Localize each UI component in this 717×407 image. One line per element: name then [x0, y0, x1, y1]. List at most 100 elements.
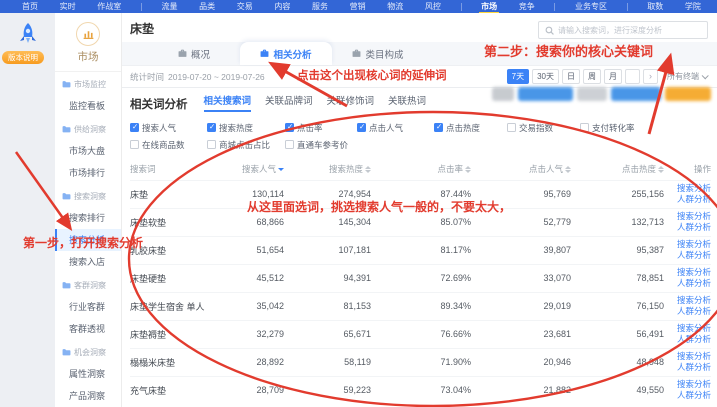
sidebar-item-市场排行[interactable]: 市场排行	[55, 162, 121, 184]
action-link-人群分析[interactable]: 人群分析	[664, 334, 711, 345]
checkbox-icon[interactable]	[130, 140, 139, 149]
sort-icon[interactable]	[565, 166, 571, 173]
sidebar-item-属性洞察[interactable]: 属性洞察	[55, 363, 121, 385]
nav-item-内容[interactable]: 内容	[272, 0, 292, 13]
date-pill-7天[interactable]: 7天	[507, 69, 529, 84]
metric-点击率[interactable]: 点击率	[285, 122, 357, 134]
nav-item-交易[interactable]: 交易	[235, 0, 255, 13]
sidebar-item-搜索排行[interactable]: 搜索排行	[55, 207, 121, 229]
nav-item-营销[interactable]: 营销	[348, 0, 368, 13]
sidebar-group-机会洞察[interactable]: 机会洞察	[55, 342, 121, 363]
action-link-搜索分析[interactable]: 搜索分析	[664, 183, 711, 194]
metric-在线商品数[interactable]: 在线商品数	[130, 139, 207, 151]
nav-item-风控[interactable]: 风控	[423, 0, 443, 13]
col-header-点击热度[interactable]: 点击热度	[571, 158, 664, 180]
next-period-button[interactable]: ›	[643, 69, 658, 84]
sort-icon[interactable]	[465, 166, 471, 173]
search-input[interactable]	[558, 26, 701, 35]
col-header-搜索人气[interactable]: 搜索人气	[202, 158, 284, 180]
nav-item-取数[interactable]: 取数	[645, 0, 665, 13]
action-link-搜索分析[interactable]: 搜索分析	[664, 351, 711, 362]
metric-商城点击占比[interactable]: 商城点击占比	[207, 139, 285, 151]
cell-search_popularity: 35,042	[202, 292, 284, 320]
checkbox-icon[interactable]	[130, 123, 139, 132]
action-link-搜索分析[interactable]: 搜索分析	[664, 323, 711, 334]
col-header-点击人气[interactable]: 点击人气	[471, 158, 571, 180]
sidebar-group-供给洞察[interactable]: 供给洞察	[55, 119, 121, 140]
nav-item-品类[interactable]: 品类	[197, 0, 217, 13]
version-badge[interactable]: 版本说明	[2, 51, 44, 64]
nav-item-物流[interactable]: 物流	[385, 0, 405, 13]
related-words-table: 搜索词搜索人气搜索热度点击率点击人气点击热度操作 床垫130,114274,95…	[130, 158, 711, 404]
metric-交易指数[interactable]: 交易指数	[507, 122, 580, 134]
sidebar-group-客群洞察[interactable]: 客群洞察	[55, 275, 121, 296]
date-pill-日[interactable]: 日	[562, 69, 580, 84]
cell-click_heat: 56,491	[571, 320, 664, 348]
action-link-搜索分析[interactable]: 搜索分析	[664, 211, 711, 222]
action-link-人群分析[interactable]: 人群分析	[664, 278, 711, 289]
date-pill-月[interactable]: 月	[604, 69, 622, 84]
nav-item-学院[interactable]: 学院	[683, 0, 703, 13]
date-pill-30天[interactable]: 30天	[532, 69, 559, 84]
tab-概况[interactable]: 概况	[148, 42, 240, 65]
sidebar-item-产品洞察[interactable]: 产品洞察	[55, 385, 121, 407]
sort-icon[interactable]	[658, 166, 664, 173]
sort-up-arrow	[658, 166, 664, 169]
metric-点击热度[interactable]: 点击热度	[434, 122, 507, 134]
nav-item-作战室[interactable]: 作战室	[95, 0, 123, 13]
search-box[interactable]	[538, 21, 708, 39]
sidebar-item-搜索入店[interactable]: 搜索入店	[55, 251, 121, 273]
sort-icon[interactable]	[278, 168, 284, 171]
action-link-搜索分析[interactable]: 搜索分析	[664, 295, 711, 306]
metric-点击人气[interactable]: 点击人气	[357, 122, 434, 134]
date-pill-周[interactable]: 周	[583, 69, 601, 84]
sidebar-item-搜索分析[interactable]: 搜索分析	[55, 229, 121, 251]
col-header-搜索热度[interactable]: 搜索热度	[284, 158, 371, 180]
nav-item-实时[interactable]: 实时	[58, 0, 78, 13]
action-link-搜索分析[interactable]: 搜索分析	[664, 267, 711, 278]
action-link-人群分析[interactable]: 人群分析	[664, 390, 711, 401]
metric-支付转化率[interactable]: 支付转化率	[580, 122, 717, 134]
action-link-人群分析[interactable]: 人群分析	[664, 222, 711, 233]
sidebar-group-市场监控[interactable]: 市场监控	[55, 74, 121, 95]
action-link-人群分析[interactable]: 人群分析	[664, 250, 711, 261]
sort-icon[interactable]	[365, 166, 371, 173]
checkbox-icon[interactable]	[507, 123, 516, 132]
section-tab-相关搜索词[interactable]: 相关搜索词	[204, 93, 252, 112]
nav-item-业务专区[interactable]: 业务专区	[573, 0, 609, 13]
nav-item-竞争[interactable]: 竞争	[517, 0, 537, 13]
section-tab-关联热词[interactable]: 关联热词	[388, 93, 426, 112]
checkbox-icon[interactable]	[285, 123, 294, 132]
action-link-人群分析[interactable]: 人群分析	[664, 362, 711, 373]
action-link-搜索分析[interactable]: 搜索分析	[664, 379, 711, 390]
tab-类目构成[interactable]: 类目构成	[332, 42, 424, 65]
metric-搜索热度[interactable]: 搜索热度	[207, 122, 285, 134]
sidebar-item-行业客群[interactable]: 行业客群	[55, 296, 121, 318]
checkbox-icon[interactable]	[357, 123, 366, 132]
metric-直通车参考价[interactable]: 直通车参考价	[285, 139, 357, 151]
checkbox-icon[interactable]	[580, 123, 589, 132]
metric-搜索人气[interactable]: 搜索人气	[130, 122, 207, 134]
sidebar-item-监控看板[interactable]: 监控看板	[55, 95, 121, 117]
checkbox-icon[interactable]	[434, 123, 443, 132]
terminal-dropdown[interactable]: 所有终端	[667, 71, 707, 82]
tab-相关分析[interactable]: 相关分析	[240, 42, 332, 65]
section-tab-关联品牌词[interactable]: 关联品牌词	[265, 93, 313, 112]
action-link-搜索分析[interactable]: 搜索分析	[664, 239, 711, 250]
date-picker-box[interactable]	[625, 69, 640, 84]
sidebar-item-市场大盘[interactable]: 市场大盘	[55, 140, 121, 162]
action-link-人群分析[interactable]: 人群分析	[664, 306, 711, 317]
section-tab-关联修饰词[interactable]: 关联修饰词	[327, 93, 375, 112]
nav-item-流量[interactable]: 流量	[160, 0, 180, 13]
action-link-人群分析[interactable]: 人群分析	[664, 194, 711, 205]
checkbox-icon[interactable]	[207, 123, 216, 132]
nav-item-市场[interactable]: 市场	[479, 0, 499, 13]
sidebar-item-客群透视[interactable]: 客群透视	[55, 318, 121, 340]
checkbox-icon[interactable]	[207, 140, 216, 149]
nav-item-服务[interactable]: 服务	[310, 0, 330, 13]
col-header-点击率[interactable]: 点击率	[371, 158, 471, 180]
nav-item-首页[interactable]: 首页	[20, 0, 40, 13]
rocket-icon[interactable]	[17, 22, 39, 48]
checkbox-icon[interactable]	[285, 140, 294, 149]
sidebar-group-搜索洞察[interactable]: 搜索洞察	[55, 186, 121, 207]
